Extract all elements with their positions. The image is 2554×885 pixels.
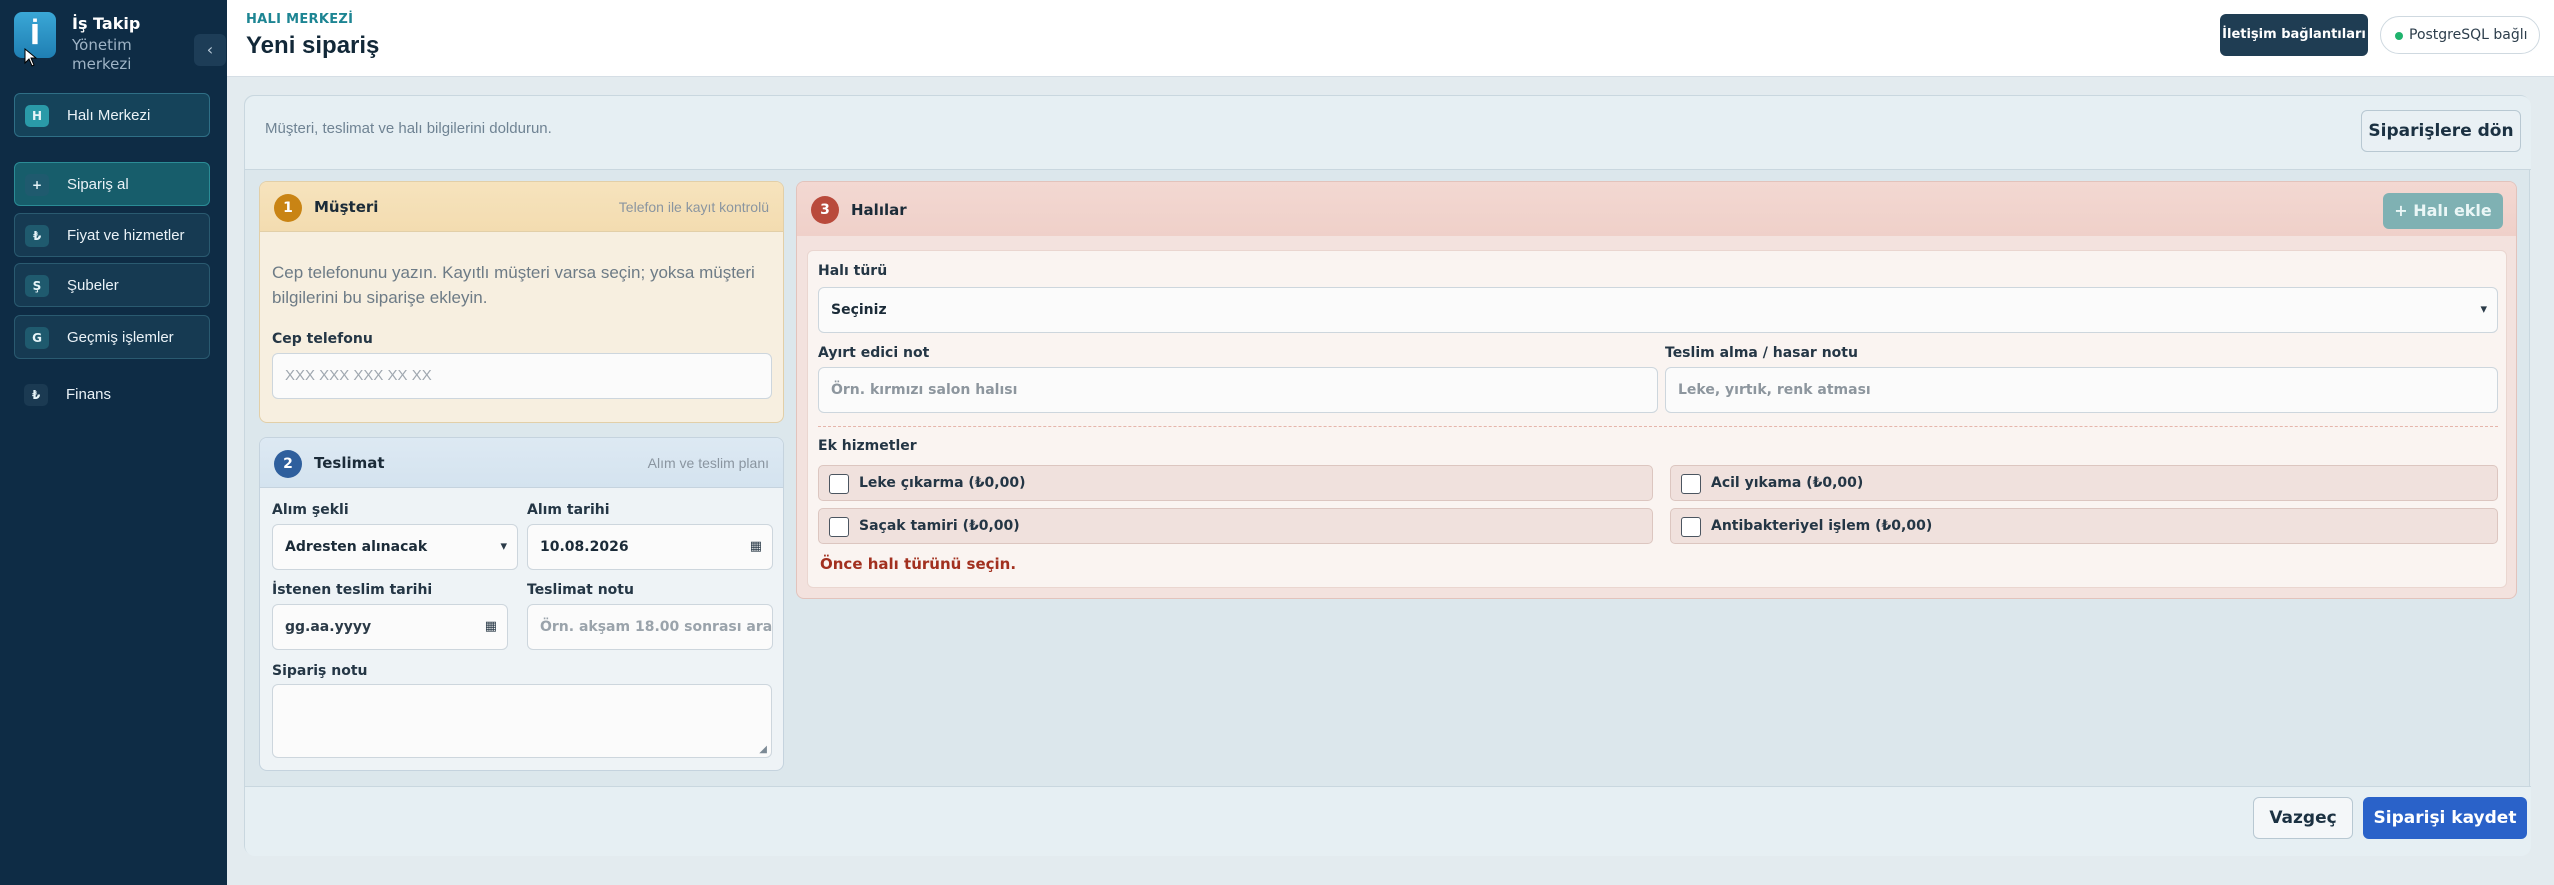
carpets-card-header: 3 Halılar + Halı ekle	[797, 182, 2516, 236]
sidebar-item-label: Fiyat ve hizmetler	[67, 227, 185, 244]
checkbox[interactable]	[829, 474, 849, 494]
branch-icon: Ş	[25, 275, 49, 297]
card-hint: Telefon ile kayıt kontrolü	[618, 199, 769, 215]
card-title: Halılar	[851, 201, 907, 219]
distinctive-note-label: Ayırt edici not	[818, 345, 930, 361]
history-icon: G	[25, 327, 49, 349]
step-badge: 3	[811, 196, 839, 224]
sidebar-item-label: Sipariş al	[67, 176, 129, 193]
brand-title: İş Takip	[72, 14, 141, 33]
delivery-date-placeholder: gg.aa.yyyy	[285, 619, 372, 635]
carpet-type-select[interactable]: Seçiniz ▾	[818, 287, 2498, 333]
checkbox[interactable]	[1681, 474, 1701, 494]
extra-services-label: Ek hizmetler	[818, 438, 917, 454]
card-title: Teslimat	[314, 454, 385, 472]
db-status-badge: PostgreSQL bağlı	[2380, 16, 2540, 54]
plus-icon: +	[25, 174, 49, 196]
service-label: Acil yıkama (₺0,00)	[1711, 475, 1864, 491]
calendar-icon: ▦	[749, 539, 762, 554]
sidebar-item-gecmis-islemler[interactable]: G Geçmiş işlemler	[14, 315, 210, 359]
carpet-type-label: Halı türü	[818, 263, 888, 279]
order-note-label: Sipariş notu	[272, 663, 368, 679]
service-urgent-wash[interactable]: Acil yıkama (₺0,00)	[1670, 465, 2498, 501]
sidebar: İ İş Takip Yönetim merkezi ‹ H Halı Merk…	[0, 0, 227, 885]
service-stain-removal[interactable]: Leke çıkarma (₺0,00)	[818, 465, 1653, 501]
service-label: Antibakteriyel işlem (₺0,00)	[1711, 518, 1933, 534]
db-status-text: PostgreSQL bağlı	[2409, 27, 2528, 43]
chevron-down-icon: ▾	[2480, 302, 2487, 317]
sidebar-collapse-button[interactable]: ‹	[194, 34, 226, 66]
sidebar-item-siparis-al[interactable]: + Sipariş al	[14, 162, 210, 206]
pickup-date-label: Alım tarihi	[527, 502, 610, 518]
pickup-method-select[interactable]: Adresten alınacak ▾	[272, 524, 518, 570]
delivery-note-input[interactable]: Örn. akşam 18.00 sonrası aray	[527, 604, 773, 650]
page-title: Yeni sipariş	[246, 32, 380, 59]
carpet-item: Halı türü Seçiniz ▾ Ayırt edici not Örn.…	[807, 250, 2507, 588]
phone-label: Cep telefonu	[272, 331, 373, 347]
chevron-down-icon: ▾	[500, 539, 507, 554]
sidebar-item-fiyat-ve-hizmetler[interactable]: ₺ Fiyat ve hizmetler	[14, 213, 210, 257]
delivery-date-label: İstenen teslim tarihi	[272, 582, 433, 598]
carpets-card: 3 Halılar + Halı ekle Halı türü Seçiniz …	[796, 181, 2517, 599]
sidebar-item-hali-merkezi[interactable]: H Halı Merkezi	[14, 93, 210, 137]
customer-card: 1 Müşteri Telefon ile kayıt kontrolü Cep…	[259, 181, 784, 423]
resize-grip-icon[interactable]: ◢	[759, 744, 767, 755]
contact-links-button[interactable]: İletişim bağlantıları	[2220, 14, 2368, 56]
step-badge: 1	[274, 194, 302, 222]
save-order-button[interactable]: Siparişi kaydet	[2363, 797, 2527, 839]
delivery-card-header: 2 Teslimat Alım ve teslim planı	[260, 438, 783, 488]
page-header: HALI MERKEZİ Yeni sipariş İletişim bağla…	[227, 0, 2554, 77]
mouse-cursor-icon	[24, 47, 38, 72]
sidebar-item-label: Geçmiş işlemler	[67, 329, 174, 346]
hali-merkezi-icon: H	[25, 105, 49, 127]
divider	[818, 426, 2498, 427]
validation-warning: Önce halı türünü seçin.	[820, 555, 1017, 573]
cancel-button[interactable]: Vazgeç	[2253, 797, 2353, 839]
order-form-panel: Müşteri, teslimat ve halı bilgilerini do…	[244, 95, 2531, 856]
form-footer: Vazgeç Siparişi kaydet	[245, 786, 2531, 856]
order-note-textarea[interactable]: ◢	[272, 684, 772, 758]
sidebar-item-label: Finans	[66, 386, 112, 403]
customer-help-text: Cep telefonunu yazın. Kayıtlı müşteri va…	[272, 263, 755, 307]
pickup-method-label: Alım şekli	[272, 502, 349, 518]
lira-icon: ₺	[25, 225, 49, 247]
pickup-method-value: Adresten alınacak	[285, 539, 428, 555]
delivery-date-input[interactable]: gg.aa.yyyy ▦	[272, 604, 508, 650]
damage-note-label: Teslim alma / hasar notu	[1665, 345, 1858, 361]
carpet-type-value: Seçiniz	[831, 302, 887, 318]
delivery-card: 2 Teslimat Alım ve teslim planı Alım şek…	[259, 437, 784, 771]
distinctive-note-input[interactable]: Örn. kırmızı salon halısı	[818, 367, 1658, 413]
pickup-date-value: 10.08.2026	[540, 539, 629, 555]
damage-note-input[interactable]: Leke, yırtık, renk atması	[1665, 367, 2498, 413]
lira-icon: ₺	[24, 384, 48, 406]
card-title: Müşteri	[314, 198, 379, 216]
delivery-note-label: Teslimat notu	[527, 582, 634, 598]
form-intro: Müşteri, teslimat ve halı bilgilerini do…	[245, 96, 2531, 170]
service-fringe-repair[interactable]: Saçak tamiri (₺0,00)	[818, 508, 1653, 544]
service-label: Saçak tamiri (₺0,00)	[859, 518, 1020, 534]
brand: İ İş Takip Yönetim merkezi ‹	[14, 12, 226, 73]
service-label: Leke çıkarma (₺0,00)	[859, 475, 1026, 491]
sidebar-item-label: Şubeler	[67, 277, 119, 294]
breadcrumb: HALI MERKEZİ	[246, 12, 354, 27]
card-hint: Alım ve teslim planı	[647, 455, 769, 471]
service-antibacterial[interactable]: Antibakteriyel işlem (₺0,00)	[1670, 508, 2498, 544]
checkbox[interactable]	[829, 517, 849, 537]
intro-text: Müşteri, teslimat ve halı bilgilerini do…	[265, 120, 552, 137]
step-badge: 2	[274, 450, 302, 478]
status-dot-icon	[2395, 32, 2403, 40]
checkbox[interactable]	[1681, 517, 1701, 537]
add-carpet-button[interactable]: + Halı ekle	[2383, 193, 2503, 229]
sidebar-item-finans[interactable]: ₺ Finans	[14, 373, 210, 417]
phone-input[interactable]: XXX XXX XXX XX XX	[272, 353, 772, 399]
back-to-orders-button[interactable]: Siparişlere dön	[2361, 110, 2521, 152]
customer-card-header: 1 Müşteri Telefon ile kayıt kontrolü	[260, 182, 783, 232]
sidebar-item-label: Halı Merkezi	[67, 107, 151, 124]
sidebar-item-subeler[interactable]: Ş Şubeler	[14, 263, 210, 307]
pickup-date-input[interactable]: 10.08.2026 ▦	[527, 524, 773, 570]
brand-subtitle: Yönetim merkezi	[72, 36, 132, 73]
calendar-icon: ▦	[484, 619, 497, 634]
